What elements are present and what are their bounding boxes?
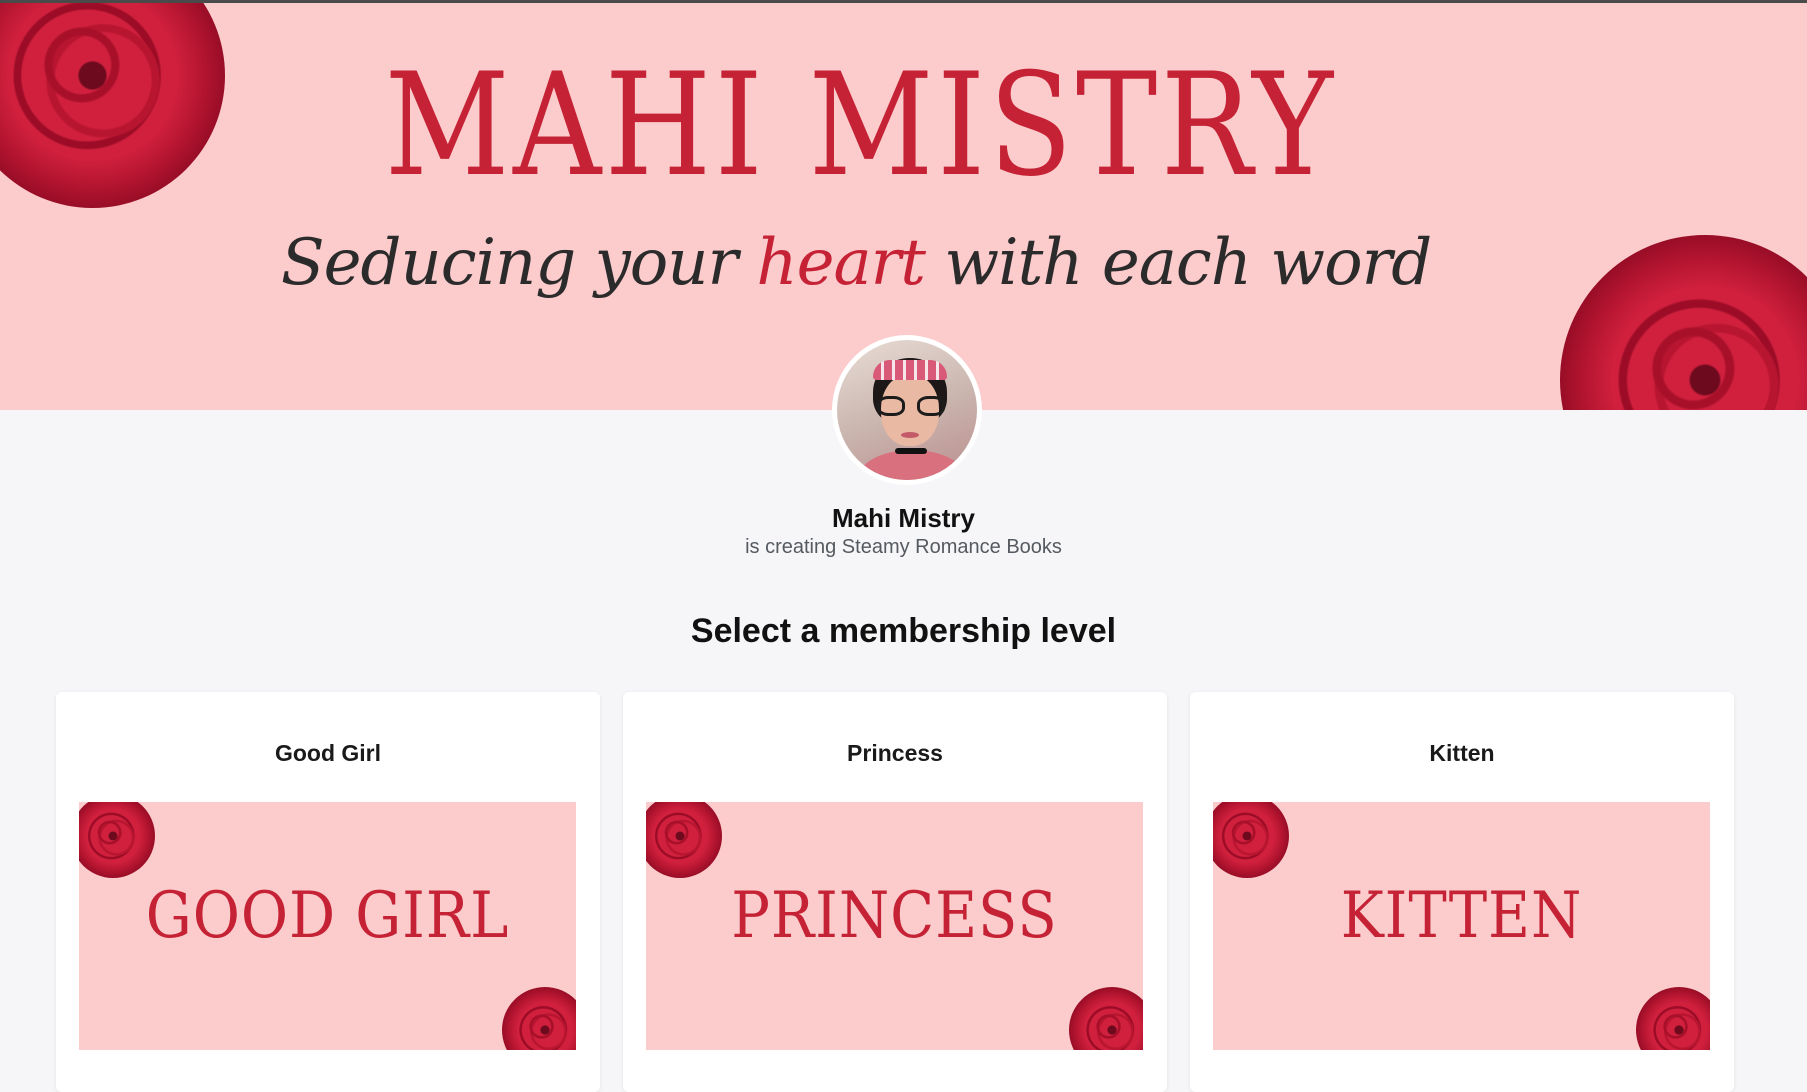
- banner-title: MAHI MISTRY: [384, 43, 1337, 208]
- avatar-body: [857, 450, 967, 480]
- tier-image-text: PRINCESS: [731, 879, 1058, 953]
- avatar-choker: [895, 448, 927, 454]
- tier-title: Good Girl: [274, 740, 382, 766]
- tier-card-princess[interactable]: Princess PRINCESS: [623, 692, 1167, 1092]
- rose-icon: [502, 987, 576, 1050]
- rose-icon: [1636, 987, 1710, 1050]
- tagline-accent: heart: [756, 226, 926, 300]
- tier-title: Princess: [847, 740, 943, 766]
- tagline-end: with each word: [924, 226, 1432, 300]
- rose-icon: [1069, 987, 1143, 1050]
- creator-subtitle: is creating Steamy Romance Books: [745, 536, 1062, 558]
- section-title: Select a membership level: [690, 612, 1117, 650]
- avatar-headband: [873, 360, 947, 380]
- creator-name: Mahi Mistry: [831, 503, 976, 533]
- tier-card-good-girl[interactable]: Good Girl GOOD GIRL: [56, 692, 600, 1092]
- avatar-photo: [837, 340, 977, 480]
- banner-tagline: Seducing your heart with each word: [0, 228, 1807, 298]
- tagline-start: Seducing your: [280, 226, 757, 300]
- rose-icon: [646, 802, 722, 878]
- avatar-lips: [901, 432, 919, 438]
- tier-image-text: KITTEN: [1340, 879, 1583, 953]
- tier-title: Kitten: [1429, 740, 1495, 766]
- rose-icon: [79, 802, 155, 878]
- rose-icon: [1213, 802, 1289, 878]
- tier-image: KITTEN: [1213, 802, 1710, 1050]
- tier-image-text: GOOD GIRL: [145, 879, 510, 953]
- tier-image: PRINCESS: [646, 802, 1143, 1050]
- tier-card-kitten[interactable]: Kitten KITTEN: [1190, 692, 1734, 1092]
- tier-image: GOOD GIRL: [79, 802, 576, 1050]
- creator-avatar[interactable]: [832, 335, 982, 485]
- avatar-glasses: [877, 396, 945, 416]
